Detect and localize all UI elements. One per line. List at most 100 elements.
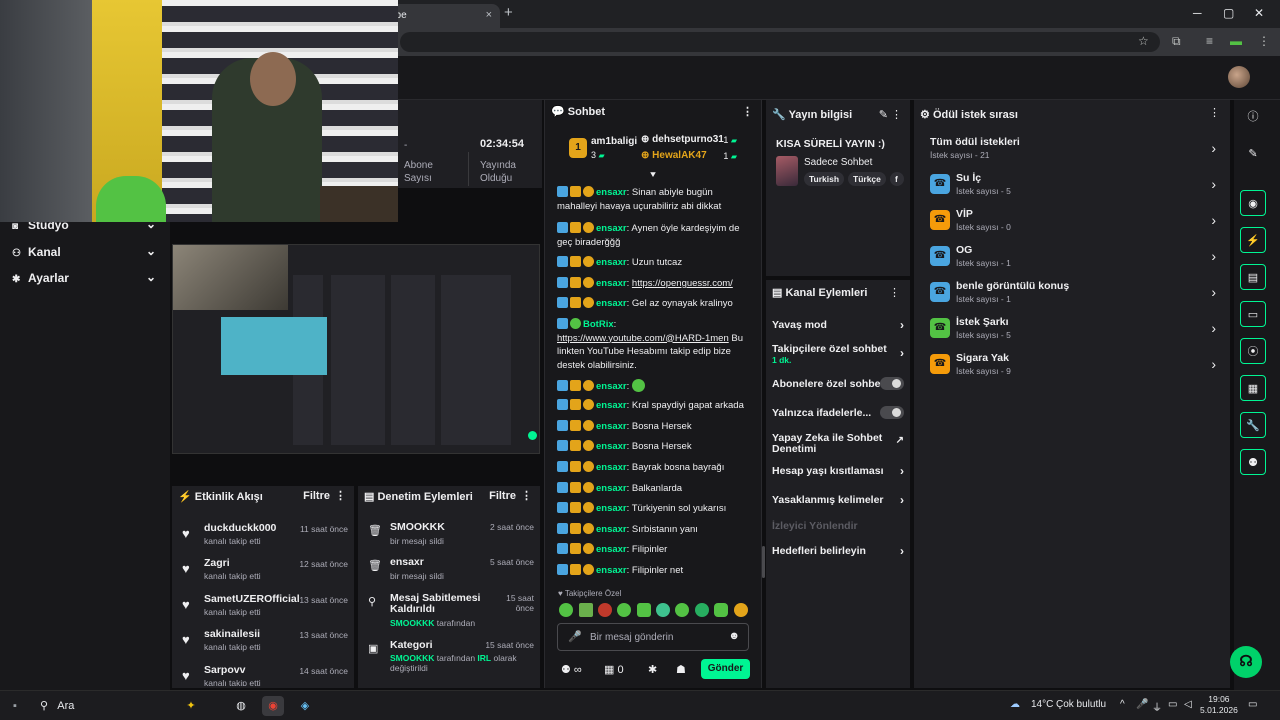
volume-icon[interactable]: ◁: [1184, 699, 1192, 710]
account-age-item[interactable]: Hesap yaşı kısıtlaması ›: [772, 465, 906, 477]
kebab-menu-icon[interactable]: ⋮: [889, 286, 900, 299]
chat-input[interactable]: 🎤 Bir mesaj gönderin ☻: [557, 623, 749, 651]
emotes-only-toggle[interactable]: [880, 406, 904, 419]
network-icon[interactable]: ▭: [1168, 699, 1177, 710]
category-name[interactable]: Sadece Sohbet: [804, 157, 872, 168]
tag-chip[interactable]: f: [890, 172, 904, 186]
broadcast-icon[interactable]: ⦿: [1240, 338, 1266, 364]
usb-icon[interactable]: ⏚: [1152, 699, 1162, 714]
gear-icon[interactable]: ✱: [648, 663, 657, 676]
media-icon[interactable]: ≡: [1206, 34, 1213, 48]
emote-icon[interactable]: [579, 603, 593, 617]
microphone-icon[interactable]: 🎤: [568, 630, 582, 643]
follower-name[interactable]: sakinailesii: [204, 628, 260, 640]
notification-icon[interactable]: ▭: [1248, 699, 1257, 710]
emote-icon[interactable]: [675, 603, 689, 617]
info-icon[interactable]: ⓘ: [1240, 104, 1266, 130]
emote-icon[interactable]: [695, 603, 709, 617]
camera-icon[interactable]: ◉: [1240, 190, 1266, 216]
sidebar-item-channel[interactable]: ⚇ Kanal ⌄: [12, 244, 160, 265]
sidebar-item-settings[interactable]: ✱ Ayarlar ⌄: [12, 270, 160, 291]
steam-icon[interactable]: ◈: [294, 696, 316, 716]
document-icon[interactable]: ▤: [1240, 264, 1266, 290]
bookmark-star-icon[interactable]: ☆: [1138, 34, 1149, 48]
mod-actor[interactable]: ensaxr: [390, 557, 490, 568]
subs-only-toggle[interactable]: [880, 377, 904, 390]
emote-icon[interactable]: [734, 603, 748, 617]
new-tab-button[interactable]: +: [504, 4, 513, 21]
maximize-button[interactable]: ▢: [1223, 6, 1234, 20]
expand-chevron-icon[interactable]: ⯆: [649, 170, 657, 181]
store-icon[interactable]: ▦ 0: [604, 663, 624, 676]
start-icon[interactable]: ▪: [4, 696, 26, 716]
gifter-name[interactable]: ⊕ dehsetpurno31: [641, 134, 724, 145]
system-clock[interactable]: 19:06 5.01.2026: [1200, 694, 1238, 716]
mod-actor[interactable]: SMOOKKK: [390, 522, 490, 533]
reward-item[interactable]: ☎ İstek Şarkı İstek sayısı - 5 ›: [930, 316, 1220, 346]
emote-icon[interactable]: [559, 603, 573, 617]
emote-icon[interactable]: [637, 603, 651, 617]
emote-icon[interactable]: [714, 603, 728, 617]
emote-icon[interactable]: [598, 603, 612, 617]
follower-name[interactable]: Zagri: [204, 557, 230, 569]
kebab-menu-icon[interactable]: ⋮: [521, 489, 532, 502]
follower-name[interactable]: Sarpovv: [204, 664, 245, 676]
emoji-icon[interactable]: ☻: [728, 630, 740, 642]
help-button[interactable]: ☊: [1230, 646, 1262, 678]
slow-mode-item[interactable]: Yavaş mod ›: [772, 319, 906, 331]
edit-icon[interactable]: ✎: [1240, 141, 1266, 167]
points-infinity-icon[interactable]: ⚉ ∞: [561, 663, 582, 676]
tag-chip[interactable]: Turkish: [804, 172, 845, 186]
reward-item[interactable]: ☎ Su İç İstek sayısı - 5 ›: [930, 172, 1220, 202]
kebab-menu-icon[interactable]: ⋮: [335, 489, 346, 502]
chat-bubble-icon[interactable]: ▭: [1240, 301, 1266, 327]
reward-item[interactable]: ☎ VİP İstek sayısı - 0 ›: [930, 208, 1220, 238]
edit-icon[interactable]: ✎ ⋮: [879, 108, 902, 121]
send-button[interactable]: Gönder: [701, 659, 750, 679]
browser-tab[interactable]: ube ×: [380, 4, 500, 28]
kebab-menu-icon[interactable]: ⋮: [742, 105, 753, 118]
emotes-only-item[interactable]: Yalnızca ifadelerle...: [772, 406, 906, 419]
avatar[interactable]: [1228, 66, 1250, 88]
banned-words-item[interactable]: Yasaklanmış kelimeler ›: [772, 494, 906, 506]
filter-button[interactable]: Filtre: [303, 490, 330, 502]
tag-chip[interactable]: Türkçe: [848, 172, 886, 186]
set-goals-item[interactable]: Hedefleri belirleyin ›: [772, 545, 906, 557]
tray-chevron-icon[interactable]: ^: [1120, 699, 1125, 710]
reward-item[interactable]: ☎ OG İstek sayısı - 1 ›: [930, 244, 1220, 274]
store-icon[interactable]: ▦: [1240, 375, 1266, 401]
profile-badge-icon[interactable]: ▬: [1230, 34, 1242, 48]
chat-link[interactable]: https://www.youtube.com/@HARD-1men: [557, 333, 729, 344]
wrench-icon[interactable]: 🔧: [1240, 412, 1266, 438]
ai-moderation-item[interactable]: Yapay Zeka ile Sohbet Denetimi ↗: [772, 433, 906, 455]
url-input[interactable]: [400, 32, 1160, 52]
bot-icon[interactable]: ☗: [676, 663, 686, 676]
reward-item[interactable]: ☎ benle görüntülü konuş İstek sayısı - 1…: [930, 280, 1220, 310]
emote-icon[interactable]: [656, 603, 670, 617]
browser-menu-icon[interactable]: ⋮: [1258, 34, 1270, 48]
kebab-menu-icon[interactable]: ⋮: [1209, 106, 1220, 119]
stream-preview[interactable]: [172, 244, 540, 454]
copilot-icon[interactable]: ✦: [180, 696, 202, 716]
top-gifter-name[interactable]: am1baligi: [591, 136, 637, 147]
chat-scrollbar[interactable]: [762, 546, 765, 578]
follower-name[interactable]: duckduckk000: [204, 522, 276, 534]
microphone-icon[interactable]: 🎤: [1136, 699, 1148, 710]
chat-link[interactable]: https://openguessr.com/: [632, 278, 733, 289]
lightning-icon[interactable]: ⚡: [1240, 227, 1266, 253]
emote-icon[interactable]: [617, 603, 631, 617]
app-icon[interactable]: ◍: [230, 696, 252, 716]
subscribers-only-item[interactable]: Abonelere özel sohbet: [772, 377, 906, 390]
gifter-name[interactable]: ⊕ HewalAK47: [641, 150, 707, 161]
filter-button[interactable]: Filtre: [489, 490, 516, 502]
tab-close-icon[interactable]: ×: [486, 9, 492, 21]
close-window-button[interactable]: ✕: [1254, 6, 1264, 20]
reward-item[interactable]: ☎ Sigara Yak İstek sayısı - 9 ›: [930, 352, 1220, 382]
follower-name[interactable]: SametUZEROfficial: [204, 593, 300, 605]
group-icon[interactable]: ⚉: [1240, 449, 1266, 475]
chrome-icon[interactable]: ◉: [262, 696, 284, 716]
followers-only-item[interactable]: Takipçilere özel sohbet 1 dk. ›: [772, 344, 906, 366]
minimize-button[interactable]: ─: [1193, 6, 1202, 20]
all-rewards-item[interactable]: Tüm ödül istekleri İstek sayısı - 21 ›: [930, 136, 1220, 166]
extensions-icon[interactable]: ⧉: [1172, 34, 1181, 49]
